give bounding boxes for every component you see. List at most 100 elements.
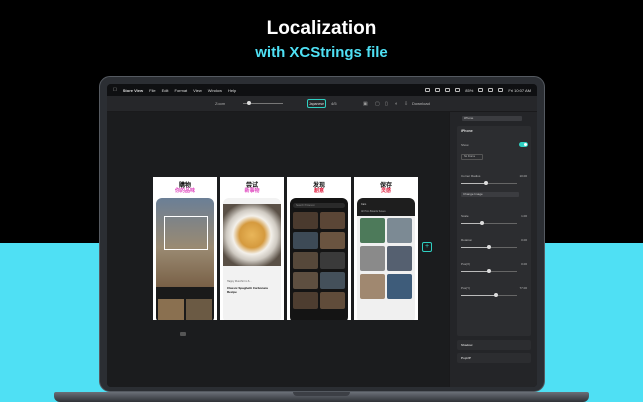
apple-icon[interactable]:  — [113, 87, 117, 93]
car-image — [360, 246, 385, 271]
pasta-image — [223, 204, 281, 266]
battery-icon[interactable] — [478, 88, 484, 92]
rotation-value[interactable]: 0.00 — [521, 238, 527, 242]
screenshot-card[interactable]: 尝试 新事物 Happy Munchin' is 6... Classic Sp… — [220, 177, 284, 320]
section-title[interactable]: iPhone — [461, 129, 473, 133]
design-canvas[interactable]: 購物 你的品味 尝试 新事物 Happy Munchin' is 6... Cl… — [107, 112, 449, 387]
status-icon[interactable] — [435, 88, 441, 92]
screenshot-subtitle[interactable]: 創意 — [287, 187, 351, 194]
menu-bar:  Store View File Edit Format View Windo… — [107, 84, 537, 96]
slider-knob[interactable] — [480, 221, 485, 225]
screenshot-card[interactable]: 发现 創意 Search Pinterest — [287, 177, 351, 320]
show-toggle[interactable] — [519, 142, 528, 147]
corner-radius-slider[interactable] — [461, 181, 517, 185]
control-center-icon[interactable] — [498, 88, 504, 92]
zoom-slider-knob[interactable] — [247, 101, 251, 105]
screenshot-card[interactable]: 保存 灵感 Cars All Pins Boards Saves — [354, 177, 418, 320]
board-tabs: All Pins Boards Saves — [361, 210, 386, 213]
text-icon[interactable]: ▣ — [363, 101, 368, 107]
screenshot-card[interactable]: 購物 你的品味 — [153, 177, 217, 320]
thumbnail — [186, 299, 212, 320]
device-icon[interactable]: ▯ — [385, 101, 388, 107]
pos-y-value[interactable]: 77.00 — [519, 286, 527, 290]
shadow-section[interactable]: Shadow — [457, 340, 531, 350]
post-author: Happy Munchin' is 6... — [227, 280, 252, 283]
car-image — [360, 274, 385, 299]
idea-tile — [320, 232, 345, 249]
corner-radius-value[interactable]: 10.00 — [519, 174, 527, 178]
rotation-slider[interactable] — [461, 245, 517, 249]
toolbar: Zoom Japanese 4/5 ▣ ▢ ▯ ◐ ⇩ Download — [107, 96, 537, 112]
phone-mockup[interactable] — [156, 198, 214, 320]
post-caption: Classic Spaghetti Carbonara Recipe — [227, 286, 268, 294]
slider-fill — [461, 271, 489, 272]
menu-app-name[interactable]: Store View — [123, 88, 143, 93]
status-icon[interactable] — [425, 88, 431, 92]
inspector-panel: iPhone iPhone Show No Frame Corner Radiu… — [449, 112, 537, 387]
image-icon[interactable]: ▢ — [375, 101, 380, 107]
slider-knob[interactable] — [484, 181, 489, 185]
battery-percent[interactable]: 85% — [465, 88, 473, 93]
rotation-label: Rotation — [461, 238, 473, 242]
slider-knob[interactable] — [493, 293, 498, 297]
promo-subheadline: with XCStrings file — [255, 44, 388, 61]
page-indicator[interactable] — [180, 332, 186, 336]
selection-frame[interactable] — [164, 216, 208, 250]
device-select[interactable]: iPhone — [462, 116, 522, 121]
idea-tile — [320, 272, 345, 289]
car-image — [360, 218, 385, 243]
download-icon[interactable]: ⇩ — [404, 101, 408, 107]
slider-knob[interactable] — [487, 269, 491, 273]
idea-tile — [293, 272, 318, 289]
pos-x-label: Pos(X) — [461, 262, 471, 266]
language-select[interactable]: Japanese — [307, 99, 326, 108]
screenshot-subtitle[interactable]: 灵感 — [354, 187, 418, 194]
download-button[interactable]: Download — [412, 101, 430, 106]
menu-window[interactable]: Window — [208, 88, 222, 93]
popup-label[interactable]: PopUP — [461, 356, 471, 360]
scale-value[interactable]: 1.00 — [521, 214, 527, 218]
popup-section[interactable]: PopUP — [457, 353, 531, 363]
search-icon[interactable] — [488, 88, 494, 92]
phone-mockup[interactable]: Happy Munchin' is 6... Classic Spaghetti… — [223, 198, 281, 320]
menu-file[interactable]: File — [149, 88, 155, 93]
menu-clock[interactable]: Fri 10:07 AM — [508, 88, 531, 93]
menu-format[interactable]: Format — [175, 88, 188, 93]
idea-tile — [293, 212, 318, 229]
phone-mockup[interactable]: Cars All Pins Boards Saves — [357, 198, 415, 320]
background-icon[interactable]: ◐ — [395, 101, 398, 107]
corner-radius-label: Corner Radius — [461, 174, 481, 178]
idea-tile — [293, 292, 318, 309]
wifi-icon[interactable] — [455, 88, 461, 92]
idea-tile — [293, 252, 318, 269]
trackpad-notch — [293, 392, 350, 396]
frame-button[interactable]: No Frame — [461, 154, 483, 160]
board-header: Cars All Pins Boards Saves — [357, 198, 415, 216]
screenshot-subtitle[interactable]: 新事物 — [220, 187, 284, 194]
laptop:  Store View File Edit Format View Windo… — [99, 76, 545, 392]
phone-mockup[interactable]: Search Pinterest — [290, 198, 348, 320]
screenshot-subtitle[interactable]: 你的品味 — [153, 187, 217, 194]
image-strip — [156, 287, 214, 320]
slider-knob[interactable] — [487, 245, 491, 249]
slider-fill — [461, 183, 487, 184]
pos-y-slider[interactable] — [461, 293, 517, 297]
thumbnail — [158, 299, 184, 320]
add-screenshot-button[interactable]: + — [422, 242, 432, 252]
shadow-label[interactable]: Shadow — [461, 343, 473, 347]
change-image-select[interactable]: Change Image — [461, 192, 519, 197]
menu-edit[interactable]: Edit — [162, 88, 169, 93]
idea-tile — [320, 252, 345, 269]
car-image — [387, 218, 412, 243]
menu-view[interactable]: View — [193, 88, 202, 93]
idea-tile — [320, 212, 345, 229]
promo-headline: Localization — [266, 18, 377, 39]
menu-help[interactable]: Help — [228, 88, 236, 93]
status-icon[interactable] — [445, 88, 451, 92]
scale-slider[interactable] — [461, 221, 517, 225]
board-title: Cars — [361, 203, 367, 206]
pos-y-label: Pos(Y) — [461, 286, 471, 290]
pos-x-slider[interactable] — [461, 269, 517, 273]
laptop-base — [54, 392, 589, 402]
pos-x-value[interactable]: 0.00 — [521, 262, 527, 266]
